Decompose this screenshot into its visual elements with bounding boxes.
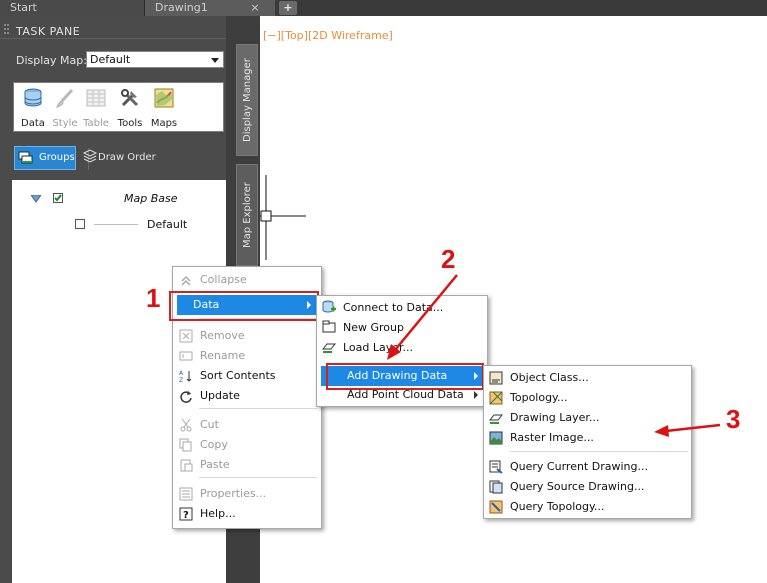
tab-display-manager[interactable]: Display Manager (236, 44, 258, 156)
menu-item-copy[interactable]: Copy (200, 435, 228, 455)
callout-number-2: 2 (441, 244, 456, 274)
data-button[interactable]: Data (16, 87, 50, 129)
display-map-value: Default (90, 53, 131, 66)
chevron-down-icon (211, 58, 219, 63)
map-base-checkbox[interactable] (53, 193, 63, 203)
groups-button[interactable]: Groups (14, 146, 76, 170)
groups-button-label: Groups (39, 152, 75, 163)
tab-map-explorer[interactable]: Map Explorer (236, 164, 258, 266)
close-tab-icon[interactable]: × (248, 0, 262, 16)
query-topology-icon (489, 500, 503, 514)
draw-order-button[interactable]: Draw Order (98, 152, 156, 163)
rename-icon (179, 351, 193, 361)
drawing-layer-icon (489, 414, 503, 424)
crosshair-cursor-icon (260, 175, 306, 260)
callout-number-1: 1 (146, 283, 161, 313)
tools-button-label: Tools (117, 118, 143, 129)
menu-item-query-source-drawing[interactable]: Query Source Drawing... (510, 477, 644, 497)
update-icon (180, 391, 192, 403)
display-map-label: Display Map: (16, 54, 87, 67)
brush-icon (56, 88, 74, 108)
menu-item-query-topology[interactable]: Query Topology... (510, 497, 604, 517)
groups-icon (18, 151, 33, 164)
tab-map-explorer-label: Map Explorer (242, 182, 253, 248)
task-pane-title: TASK PANE (16, 25, 81, 38)
pane-grip-icon[interactable] (4, 24, 10, 36)
object-class-icon (489, 371, 503, 385)
default-layer-checkbox[interactable] (75, 219, 85, 229)
menu-separator (510, 451, 688, 452)
menu-item-query-current-drawing[interactable]: Query Current Drawing... (510, 457, 648, 477)
svg-text:A: A (179, 370, 184, 377)
menu-item-paste[interactable]: Paste (200, 455, 230, 475)
menu-item-sort-contents[interactable]: Sort Contents (200, 366, 276, 386)
menu-separator (199, 477, 317, 478)
remove-icon (179, 329, 193, 343)
callout-arrow-3 (654, 423, 721, 437)
properties-icon (179, 487, 193, 501)
context-menu-add-drawing-data: Object Class... Topology... Drawing Laye… (483, 365, 692, 519)
raster-image-icon (489, 431, 503, 445)
callout-number-3: 3 (726, 404, 741, 434)
menu-item-collapse[interactable]: Collapse (200, 270, 318, 290)
viewport-controls[interactable]: [−][Top][2D Wireframe] (263, 29, 393, 42)
menu-item-cut[interactable]: Cut (200, 415, 219, 435)
paste-icon (180, 459, 193, 472)
topology-icon (489, 391, 503, 405)
tools-icon (121, 89, 139, 107)
checkmark-icon (54, 194, 62, 202)
new-group-icon (322, 320, 336, 333)
data-button-label: Data (21, 118, 45, 129)
svg-text:Z: Z (179, 377, 183, 383)
menu-item-object-class[interactable]: Object Class... (510, 368, 589, 388)
style-button-label: Style (52, 118, 78, 129)
svg-text:?: ? (183, 510, 189, 521)
query-current-icon (489, 460, 503, 474)
table-button[interactable]: Table (79, 87, 113, 129)
highlight-box-1 (169, 291, 319, 321)
connect-data-icon (322, 300, 336, 313)
callout-arrow-2 (387, 274, 458, 360)
submenu-arrow-icon (474, 391, 478, 399)
tab-display-manager-label: Display Manager (242, 58, 253, 142)
query-source-icon (489, 480, 503, 494)
menu-item-rename[interactable]: Rename (200, 346, 245, 366)
style-button[interactable]: Style (48, 87, 82, 129)
help-icon: ? (179, 507, 193, 521)
menu-item-help[interactable]: Help... (200, 504, 236, 524)
map-icon (154, 88, 174, 108)
new-tab-button[interactable]: + (279, 1, 297, 15)
tab-start-label: Start (10, 1, 37, 14)
maps-button-label: Maps (150, 118, 178, 129)
divider (0, 38, 226, 39)
highlight-box-2 (326, 363, 484, 390)
menu-item-drawing-layer[interactable]: Drawing Layer... (510, 408, 599, 428)
collapse-icon (181, 275, 191, 286)
tree-group-map-base[interactable]: Map Base (124, 192, 178, 205)
tools-button[interactable]: Tools (113, 87, 147, 129)
layer-style-line (94, 224, 138, 225)
menu-item-properties[interactable]: Properties... (200, 484, 266, 504)
load-layer-icon (322, 343, 336, 353)
sort-az-icon: AZ (179, 370, 192, 383)
tab-start[interactable]: Start (0, 0, 145, 16)
table-button-label: Table (83, 118, 109, 129)
tab-drawing1-label: Drawing1 (155, 1, 208, 14)
menu-separator (199, 408, 317, 409)
maps-button[interactable]: Maps (147, 87, 181, 129)
menu-item-remove[interactable]: Remove (200, 326, 245, 346)
copy-icon (179, 438, 192, 452)
cut-icon (180, 418, 192, 432)
tree-layer-default[interactable]: Default (147, 218, 187, 231)
draw-order-icon (82, 149, 98, 163)
expand-triangle-icon[interactable] (31, 195, 41, 203)
database-icon (24, 88, 42, 107)
menu-item-topology[interactable]: Topology... (510, 388, 568, 408)
display-map-select[interactable]: Default (86, 51, 224, 68)
task-pane-ribbon: Data Style Table Tools Maps (13, 82, 224, 132)
menu-item-update[interactable]: Update (200, 386, 240, 406)
menu-item-raster-image[interactable]: Raster Image... (510, 428, 594, 448)
table-icon (86, 89, 106, 107)
